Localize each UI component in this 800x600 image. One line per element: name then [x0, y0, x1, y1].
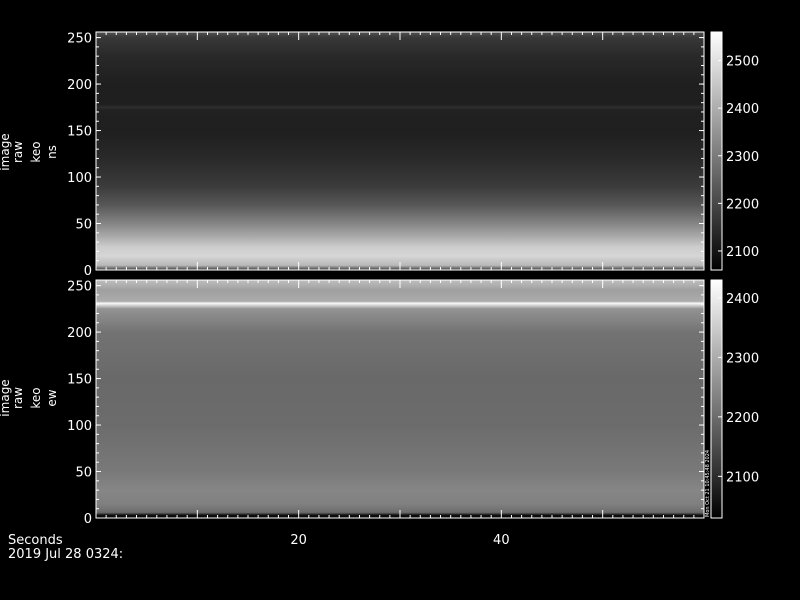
y-tick-label: 250 [67, 32, 92, 47]
date-label: 2019 Jul 28 0324: [8, 547, 123, 562]
y-tick-label: 100 [67, 419, 92, 434]
colorbar-tick-label: 2400 [726, 292, 759, 307]
colorbar-ns [710, 31, 723, 271]
y-label-line: ns [45, 145, 59, 159]
y-label-line: keo [29, 387, 43, 408]
colorbar-tick-label: 2200 [726, 197, 759, 212]
y-tick-label: 200 [67, 78, 92, 93]
keogram-image-ns [96, 32, 704, 270]
y-tick-label: 150 [67, 373, 92, 388]
colorbar-tick-label: 2400 [726, 102, 759, 117]
y-label-line: ew [45, 389, 59, 406]
y-label-line: raw [11, 387, 25, 409]
panel-ew: 050100150200250 image raw keo ew 2100220… [0, 279, 759, 527]
y-tick-label: 250 [67, 280, 92, 295]
colorbar-annotation: Mon Oct 21 10:45:48 2024 [705, 450, 711, 517]
x-tick-label: 20 [290, 533, 307, 548]
panel-ns: 050100150200250 image raw keo ns 2100220… [0, 31, 759, 279]
colorbar-tick-label: 2300 [726, 351, 759, 366]
keogram-figure: 050100150200250 image raw keo ns 2100220… [0, 0, 800, 600]
y-tick-label: 150 [67, 125, 92, 140]
y-tick-label: 200 [67, 326, 92, 341]
y-tick-label: 100 [67, 171, 92, 186]
colorbar-ew [710, 279, 723, 519]
colorbar-tick-label: 2300 [726, 150, 759, 165]
y-tick-label: 0 [84, 512, 92, 527]
y-label-line: keo [29, 141, 43, 162]
y-tick-label: 50 [75, 218, 92, 233]
y-label-line: raw [11, 141, 25, 163]
colorbar-tick-label: 2100 [726, 245, 759, 260]
colorbar-tick-label: 2100 [726, 470, 759, 485]
colorbar-tick-label: 2200 [726, 411, 759, 426]
keogram-image-ew [96, 280, 704, 518]
x-tick-label: 40 [493, 533, 510, 548]
y-tick-label: 50 [75, 466, 92, 481]
x-axis-label: Seconds [8, 533, 63, 548]
y-tick-label: 0 [84, 264, 92, 279]
colorbar-tick-label: 2500 [726, 55, 759, 70]
